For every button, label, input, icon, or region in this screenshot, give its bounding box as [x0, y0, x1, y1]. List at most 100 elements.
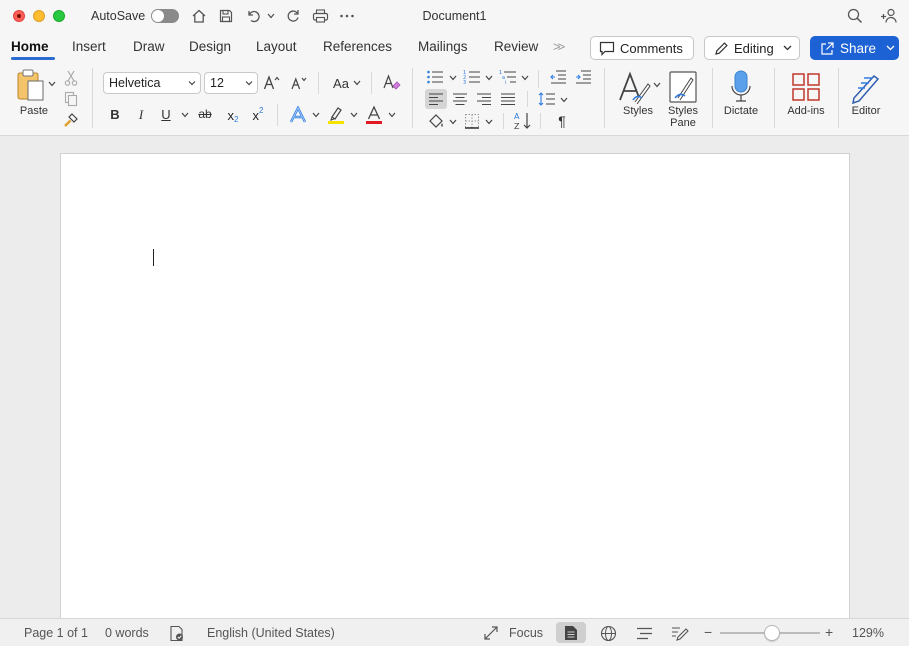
- tab-insert[interactable]: Insert: [72, 39, 106, 54]
- print-icon[interactable]: [310, 6, 330, 26]
- editor-icon[interactable]: [849, 68, 883, 106]
- borders-dropdown-icon[interactable]: [485, 119, 493, 125]
- zoom-out-button[interactable]: −: [704, 624, 712, 640]
- line-spacing-icon[interactable]: [537, 89, 557, 109]
- proofing-icon[interactable]: [168, 624, 186, 642]
- text-effects-icon[interactable]: [287, 104, 309, 126]
- draft-view-icon[interactable]: [670, 624, 690, 642]
- shrink-font-icon[interactable]: [289, 73, 309, 93]
- tab-draw[interactable]: Draw: [133, 39, 165, 54]
- increase-indent-icon[interactable]: [573, 67, 593, 87]
- autosave-toggle[interactable]: [151, 9, 179, 23]
- minimize-window-button[interactable]: [33, 10, 45, 22]
- page-count[interactable]: Page 1 of 1: [24, 626, 88, 640]
- document-canvas[interactable]: [0, 137, 909, 623]
- focus-icon[interactable]: [482, 624, 500, 642]
- maximize-window-button[interactable]: [53, 10, 65, 22]
- bullets-dropdown-icon[interactable]: [449, 75, 457, 81]
- change-case-dropdown-icon[interactable]: [353, 80, 361, 86]
- editing-mode-button[interactable]: Editing: [704, 36, 800, 60]
- highlight-color-icon[interactable]: [326, 104, 346, 126]
- change-case-button[interactable]: Aa: [330, 76, 352, 91]
- show-paragraph-marks-button[interactable]: ¶: [552, 113, 572, 129]
- font-size-combobox[interactable]: 12: [204, 72, 258, 94]
- zoom-level[interactable]: 129%: [852, 626, 884, 640]
- clear-formatting-icon[interactable]: [381, 73, 403, 93]
- more-options-icon[interactable]: [337, 6, 357, 26]
- format-painter-icon[interactable]: [62, 111, 80, 129]
- multilevel-list-icon[interactable]: 1ai: [498, 67, 518, 87]
- home-icon[interactable]: [189, 6, 209, 26]
- align-right-icon[interactable]: [474, 90, 494, 108]
- bullets-icon[interactable]: [425, 67, 445, 87]
- numbering-dropdown-icon[interactable]: [485, 75, 493, 81]
- tab-layout[interactable]: Layout: [256, 39, 297, 54]
- language-indicator[interactable]: English (United States): [207, 626, 335, 640]
- zoom-in-button[interactable]: +: [825, 624, 833, 640]
- tab-home[interactable]: Home: [11, 39, 49, 54]
- add-ins-label: Add-ins: [787, 105, 825, 117]
- font-size-value: 12: [210, 76, 224, 90]
- zoom-slider-thumb[interactable]: [764, 625, 780, 641]
- sort-icon[interactable]: AZ: [512, 110, 534, 132]
- font-color-dropdown-icon[interactable]: [388, 112, 396, 118]
- highlight-dropdown-icon[interactable]: [350, 112, 358, 118]
- redo-icon[interactable]: [283, 6, 303, 26]
- paste-icon[interactable]: [14, 67, 48, 105]
- text-effects-dropdown-icon[interactable]: [312, 112, 320, 118]
- align-left-icon[interactable]: [426, 90, 446, 108]
- share-button[interactable]: Share: [810, 36, 899, 60]
- justify-icon[interactable]: [498, 90, 518, 108]
- undo-icon[interactable]: [243, 6, 263, 26]
- strikethrough-button[interactable]: ab: [195, 107, 215, 121]
- underline-dropdown-icon[interactable]: [181, 112, 189, 118]
- borders-icon[interactable]: [462, 111, 482, 131]
- subscript-button[interactable]: x2: [222, 106, 244, 125]
- comments-label: Comments: [620, 40, 683, 56]
- styles-dropdown-icon[interactable]: [653, 82, 661, 88]
- document-page[interactable]: [60, 153, 850, 623]
- search-icon[interactable]: [845, 6, 865, 26]
- dictate-microphone-icon[interactable]: [725, 68, 757, 106]
- multilevel-dropdown-icon[interactable]: [521, 75, 529, 81]
- underline-button[interactable]: U: [156, 107, 176, 122]
- cut-icon[interactable]: [62, 69, 80, 87]
- focus-label[interactable]: Focus: [509, 626, 543, 640]
- editor-label: Editor: [851, 105, 881, 117]
- add-ins-icon[interactable]: [789, 68, 823, 106]
- undo-dropdown-icon[interactable]: [263, 6, 279, 26]
- svg-text:A: A: [514, 112, 520, 121]
- outline-view-icon[interactable]: [634, 624, 654, 642]
- align-center-icon[interactable]: [450, 90, 470, 108]
- close-window-button[interactable]: [13, 10, 25, 22]
- styles-gallery-icon[interactable]: [616, 68, 654, 106]
- grow-font-icon[interactable]: [262, 73, 282, 93]
- web-layout-icon[interactable]: [598, 624, 618, 642]
- styles-pane-icon[interactable]: [665, 68, 701, 106]
- copy-icon[interactable]: [62, 90, 80, 108]
- save-icon[interactable]: [216, 6, 236, 26]
- ribbon-tabs: Home Insert Draw Design Layout Reference…: [0, 32, 909, 62]
- numbering-icon[interactable]: 123: [462, 67, 482, 87]
- font-color-icon[interactable]: [364, 104, 384, 126]
- decrease-indent-icon[interactable]: [548, 67, 568, 87]
- ribbon-home: Paste Helvetica 12 Aa B I U ab x2 x2 1 2…: [0, 62, 909, 136]
- font-name-combobox[interactable]: Helvetica: [103, 72, 201, 94]
- document-title: Document1: [422, 9, 487, 23]
- bold-button[interactable]: B: [105, 107, 125, 122]
- shading-dropdown-icon[interactable]: [449, 119, 457, 125]
- print-layout-icon[interactable]: [561, 624, 581, 642]
- more-tabs-icon[interactable]: >>: [553, 39, 565, 54]
- tab-design[interactable]: Design: [189, 39, 231, 54]
- tab-mailings[interactable]: Mailings: [418, 39, 468, 54]
- tab-review[interactable]: Review: [494, 39, 538, 54]
- line-spacing-dropdown-icon[interactable]: [560, 97, 568, 103]
- paste-dropdown-icon[interactable]: [46, 78, 58, 90]
- italic-button[interactable]: I: [131, 107, 151, 123]
- share-people-icon[interactable]: [879, 6, 899, 26]
- comments-button[interactable]: Comments: [590, 36, 694, 60]
- tab-references[interactable]: References: [323, 39, 392, 54]
- superscript-button[interactable]: x2: [247, 106, 269, 124]
- word-count[interactable]: 0 words: [105, 626, 149, 640]
- shading-icon[interactable]: [426, 111, 446, 131]
